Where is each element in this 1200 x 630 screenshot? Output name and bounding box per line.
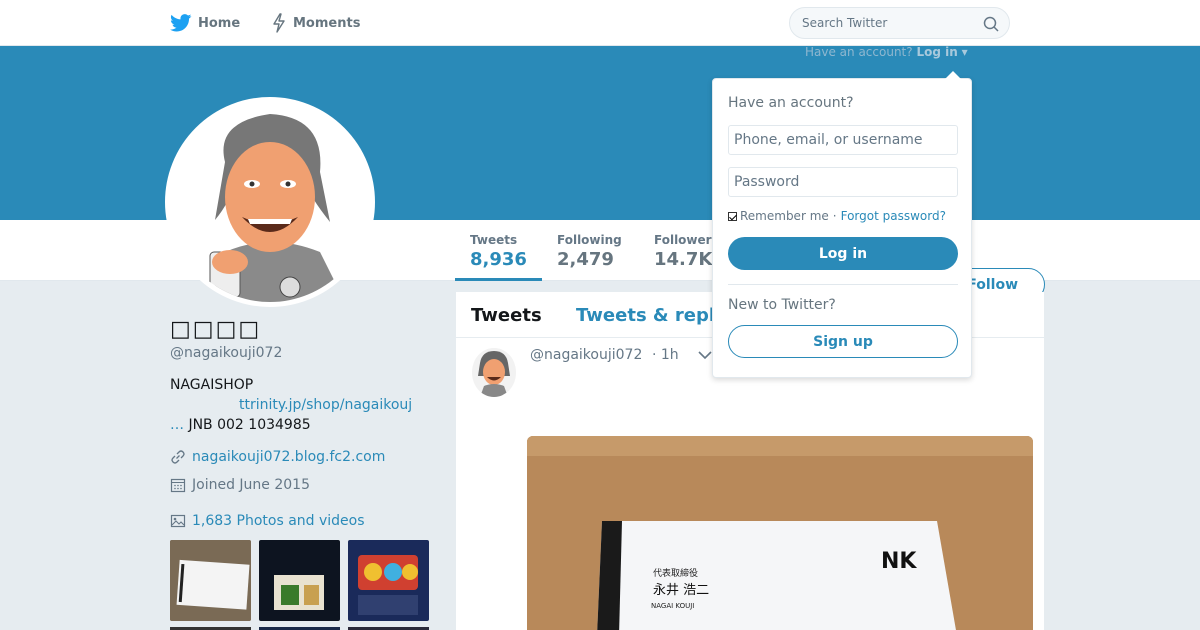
photo-icon: [170, 514, 186, 528]
forgot-password-link[interactable]: Forgot password?: [841, 209, 946, 223]
tweet-avatar-image: [472, 348, 516, 397]
twitter-bird-icon: [170, 14, 192, 32]
new-to-twitter-label: New to Twitter?: [728, 297, 836, 313]
card-title: 代表取締役: [653, 567, 698, 579]
photos-row: 1,683 Photos and videos: [170, 513, 365, 529]
bio-bank: JNB 002 1034985: [188, 417, 311, 433]
lightning-icon: [273, 13, 285, 33]
card-logo: NK: [881, 549, 917, 574]
chevron-down-icon[interactable]: [698, 350, 712, 360]
profile-joined-row: Joined June 2015: [170, 477, 310, 493]
bio-line-1: NAGAISHOP: [170, 377, 254, 393]
signup-button-label: Sign up: [813, 333, 873, 350]
login-dropdown: Have an account? Phone, email, or userna…: [712, 71, 972, 378]
profile-name: □□□□: [170, 317, 262, 342]
stat-followers-value: 14.7K: [654, 249, 713, 270]
tweet-avatar[interactable]: [472, 348, 516, 397]
search-placeholder: Search Twitter: [802, 16, 888, 30]
caret-down-icon[interactable]: ▾: [962, 45, 968, 59]
tweet-time[interactable]: · 1h: [652, 347, 679, 363]
tweet-media-image[interactable]: 代表取締役 永井 浩二 NAGAI KOUJI NK: [527, 436, 1033, 630]
moments-nav-item[interactable]: Moments: [271, 0, 360, 46]
avatar-illustration: [170, 102, 370, 302]
stat-tweets[interactable]: Tweets 8,936: [470, 233, 527, 270]
username-placeholder: Phone, email, or username: [734, 132, 923, 148]
bio-ellipsis[interactable]: …: [170, 417, 184, 433]
separator-dot: ·: [832, 209, 837, 223]
home-label: Home: [198, 15, 241, 31]
business-card-photo: 代表取締役 永井 浩二 NAGAI KOUJI NK: [527, 436, 1033, 630]
photo-thumbnail[interactable]: [259, 540, 340, 621]
photo-thumbnail[interactable]: [170, 540, 251, 621]
stat-followers[interactable]: Followers 14.7K: [654, 233, 719, 270]
bio-link[interactable]: ttrinity.jp/shop/nagaikouj: [239, 397, 412, 413]
photo-thumbnail[interactable]: [348, 540, 429, 621]
thumbnail-image: [348, 540, 429, 621]
thumbnail-image: [170, 540, 251, 621]
username-field[interactable]: Phone, email, or username: [728, 125, 958, 155]
password-placeholder: Password: [734, 174, 800, 190]
moments-label: Moments: [293, 15, 361, 31]
stat-following-label: Following: [557, 233, 622, 247]
home-nav-item[interactable]: Home: [170, 0, 240, 46]
password-field[interactable]: Password: [728, 167, 958, 197]
card-romaji: NAGAI KOUJI: [651, 602, 694, 610]
account-question: Have an account?: [805, 45, 913, 59]
login-link[interactable]: Log in: [916, 45, 957, 59]
profile-website-row: nagaikouji072.blog.fc2.com: [170, 449, 385, 465]
tweet-handle[interactable]: @nagaikouji072: [530, 347, 642, 363]
profile-joined: Joined June 2015: [192, 477, 310, 493]
top-navigation: Home Moments Search Twitter: [0, 0, 1200, 46]
stat-following[interactable]: Following 2,479: [557, 233, 622, 270]
profile-handle: @nagaikouji072: [170, 345, 283, 361]
link-icon: [171, 450, 185, 464]
photos-link[interactable]: 1,683 Photos and videos: [192, 513, 365, 529]
card-name: 永井 浩二: [653, 583, 709, 598]
remember-row: Remember me · Forgot password?: [728, 209, 946, 223]
calendar-icon: [170, 478, 186, 493]
profile-avatar[interactable]: [165, 97, 375, 307]
remember-checkbox[interactable]: [728, 211, 737, 221]
login-button-label: Log in: [818, 245, 868, 262]
divider: [728, 284, 958, 285]
remember-label[interactable]: Remember me: [740, 209, 829, 223]
login-dropdown-title: Have an account?: [728, 95, 854, 111]
bio-line-3: … JNB 002 1034985: [170, 417, 311, 433]
stat-tweets-label: Tweets: [470, 233, 518, 247]
login-button[interactable]: Log in: [728, 237, 958, 270]
follow-label: Follow: [967, 276, 1018, 293]
signup-button[interactable]: Sign up: [728, 325, 958, 358]
account-prompt: Have an account? Log in ▾: [805, 45, 968, 59]
search-input[interactable]: Search Twitter: [789, 7, 1010, 39]
tab-tweets[interactable]: Tweets: [471, 305, 542, 326]
active-tab-indicator: [455, 278, 542, 281]
search-icon[interactable]: [983, 16, 999, 32]
stat-following-value: 2,479: [557, 249, 614, 270]
stat-tweets-value: 8,936: [470, 249, 527, 270]
stat-followers-label: Followers: [654, 233, 719, 247]
thumbnail-image: [259, 540, 340, 621]
profile-website[interactable]: nagaikouji072.blog.fc2.com: [192, 449, 385, 465]
